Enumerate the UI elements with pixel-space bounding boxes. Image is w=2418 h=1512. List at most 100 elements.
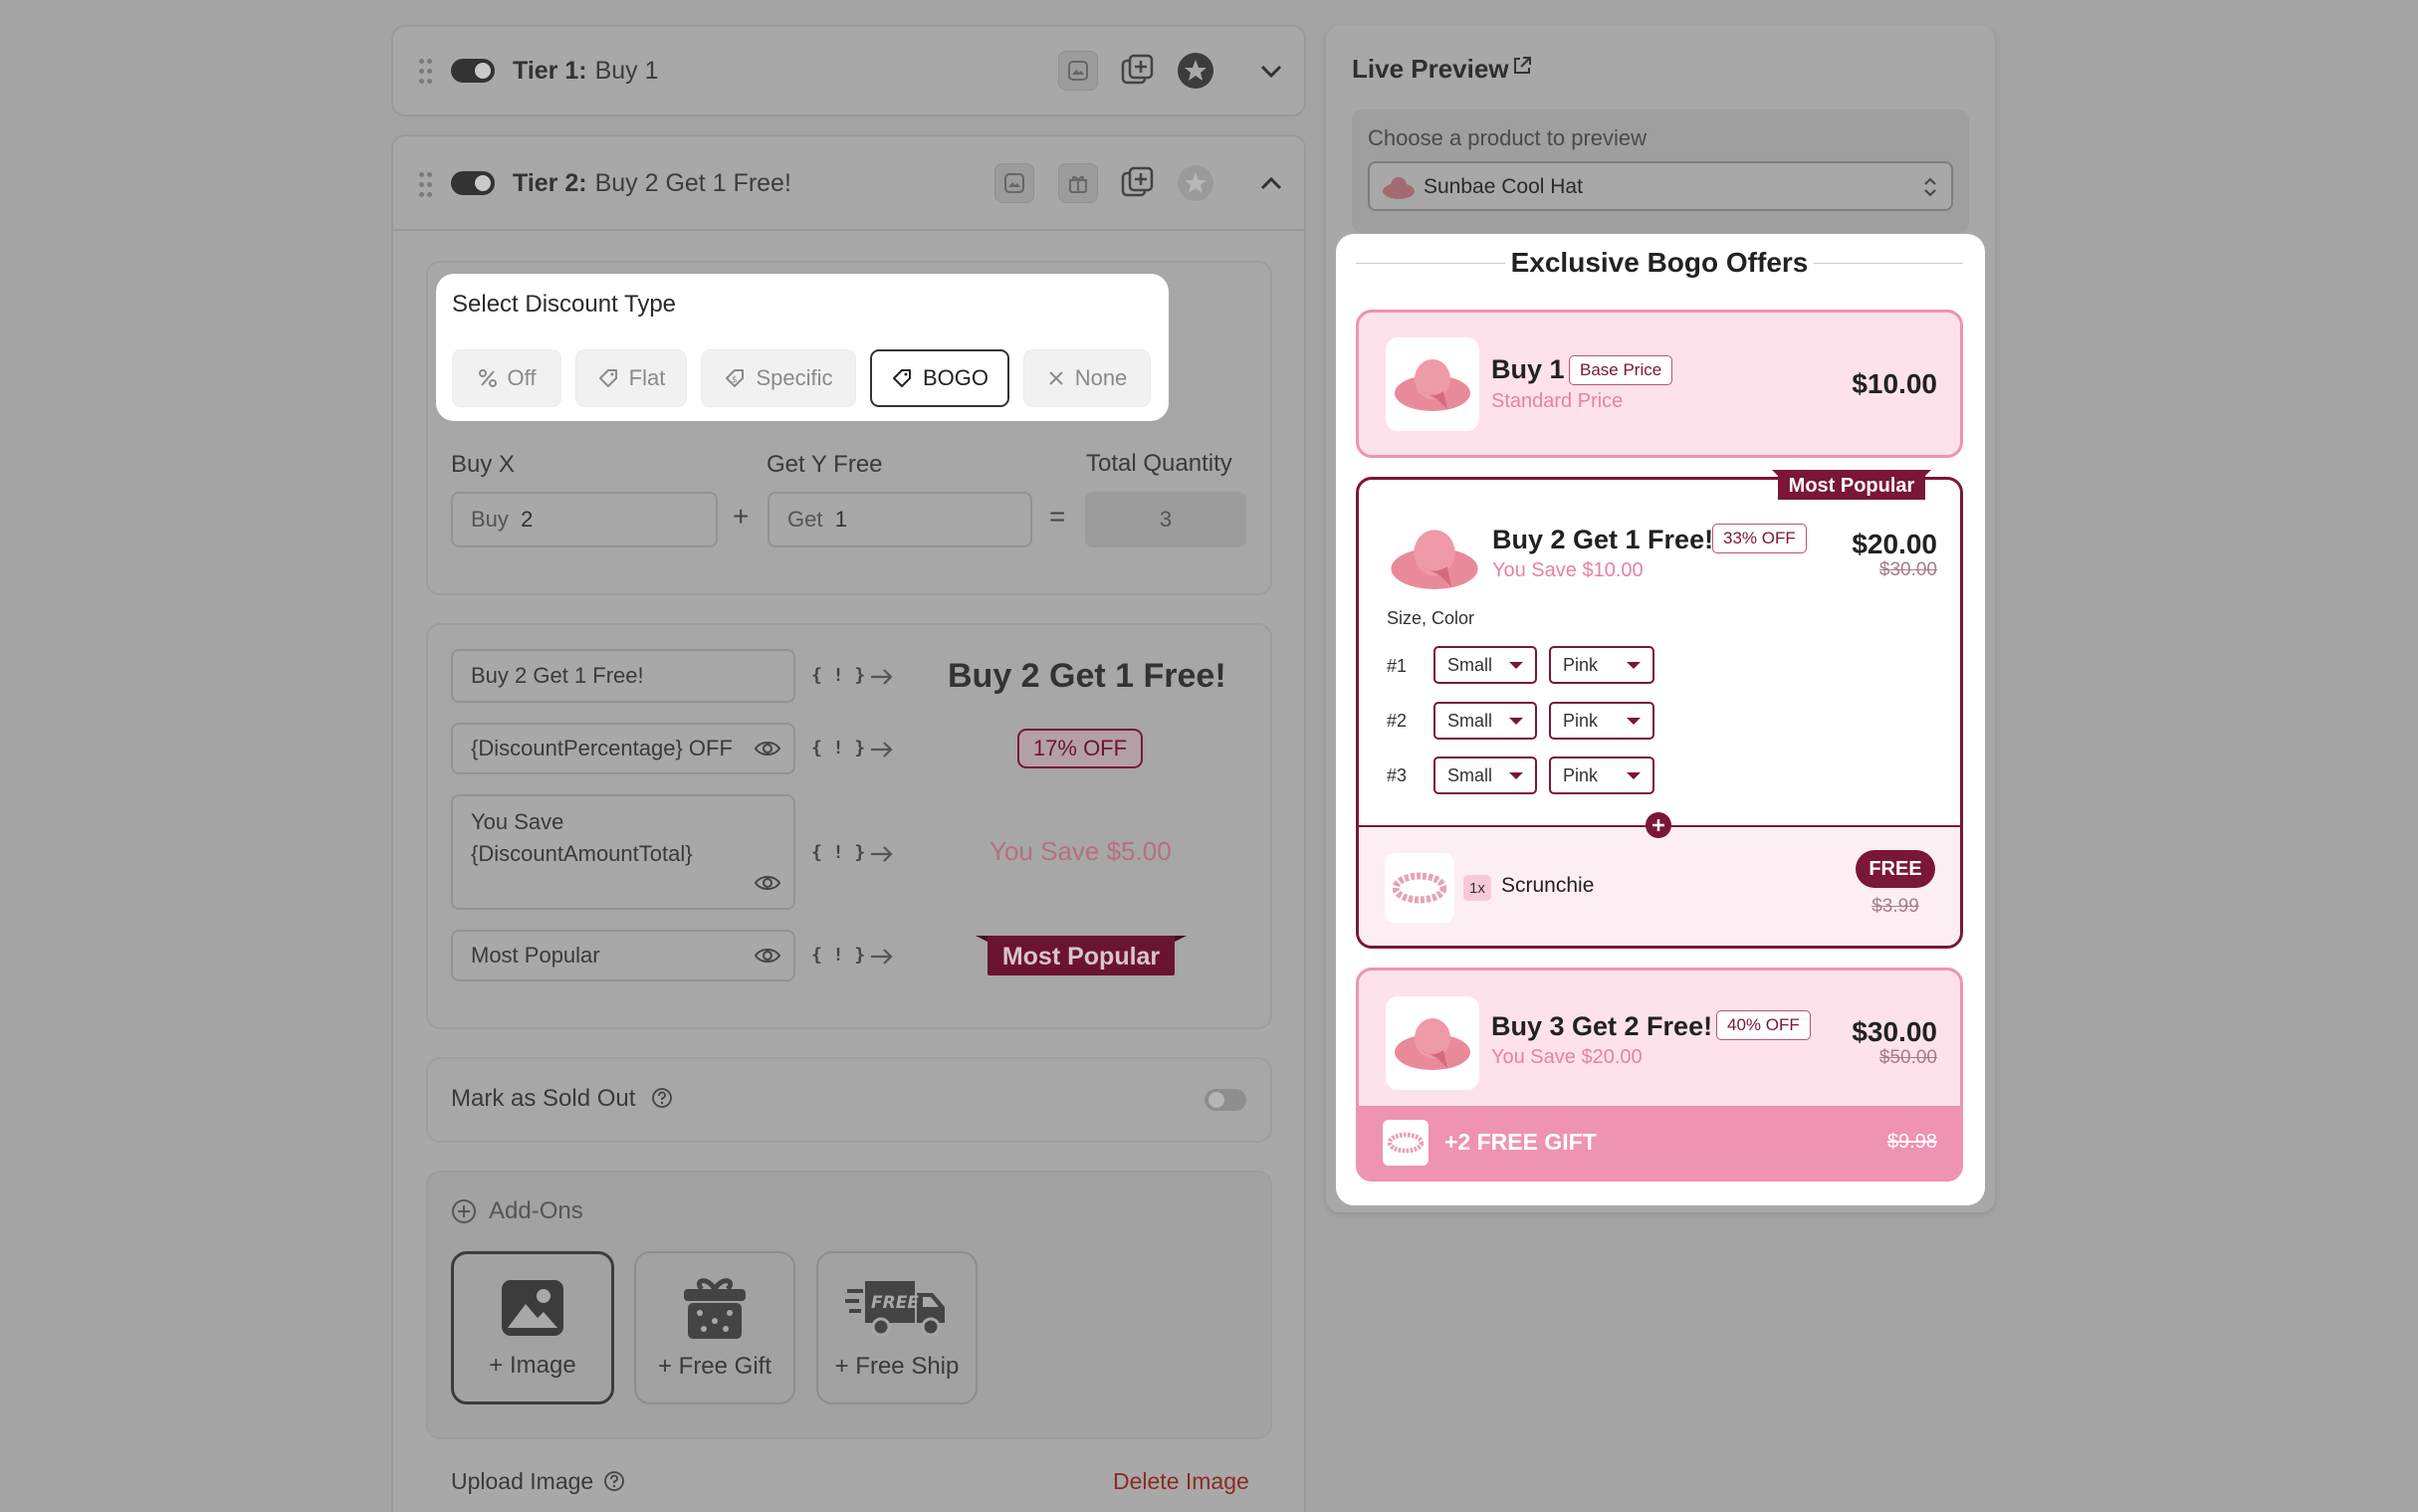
add-free-gift-button[interactable]: + Free Gift [634, 1251, 795, 1404]
upload-image-label: Upload Image [451, 1468, 594, 1494]
discount-option-specific[interactable]: $ Specific [701, 349, 856, 407]
savings-text-input[interactable]: You Save {DiscountAmountTotal} [451, 794, 795, 910]
star-icon[interactable] [1176, 51, 1215, 91]
title-preview: Buy 2 Get 1 Free! [948, 657, 1226, 695]
variable-insert-icon[interactable]: { ! } [811, 842, 865, 863]
plus-sign: + [733, 501, 750, 532]
gift-banner-compare-price: $9.98 [1886, 1131, 1937, 1153]
product-select[interactable]: Sunbae Cool Hat [1368, 161, 1953, 211]
image-icon[interactable] [994, 163, 1034, 203]
arrow-right-icon [871, 846, 893, 862]
offers-heading: Exclusive Bogo Offers [1510, 247, 1809, 278]
hat-product-image [1386, 996, 1479, 1090]
star-icon[interactable] [1176, 163, 1215, 203]
add-circle-icon [452, 1199, 476, 1223]
help-icon[interactable] [603, 1470, 625, 1492]
truck-icon: FREE [845, 1281, 945, 1337]
drag-handle-icon[interactable] [419, 59, 433, 85]
gift-icon[interactable] [1058, 163, 1098, 203]
tier-1-enable-toggle[interactable] [451, 59, 495, 83]
arrow-right-icon [871, 949, 893, 965]
scrunchie-image [1385, 853, 1454, 923]
variant-row-number: #2 [1387, 711, 1408, 731]
label-input[interactable]: Most Popular [451, 930, 795, 981]
offer-3-title: Buy 3 Get 2 Free! [1491, 1011, 1713, 1041]
color-select[interactable]: Pink [1549, 646, 1654, 684]
buy-x-label: Buy X [451, 451, 516, 478]
variant-label: Size, Color [1387, 608, 1475, 628]
sold-out-toggle[interactable] [1205, 1089, 1246, 1111]
discount-option-none[interactable]: None [1023, 349, 1151, 407]
total-quantity-field: 3 [1085, 492, 1246, 547]
badge-input[interactable]: {DiscountPercentage} OFF [451, 723, 795, 774]
variant-row-number: #1 [1387, 656, 1408, 676]
title-input[interactable]: Buy 2 Get 1 Free! [451, 649, 795, 703]
arrow-right-icon [871, 669, 893, 685]
offer-2-title: Buy 2 Get 1 Free! [1492, 525, 1714, 554]
size-select[interactable]: Small [1433, 756, 1537, 794]
savings-preview: You Save $5.00 [989, 836, 1172, 866]
discount-option-bogo[interactable]: BOGO [870, 349, 1009, 407]
hat-product-image [1386, 337, 1479, 431]
help-icon[interactable] [651, 1087, 673, 1109]
chevron-up-icon[interactable] [1257, 169, 1285, 197]
variable-insert-icon[interactable]: { ! } [811, 945, 865, 966]
add-free-ship-button[interactable]: FREE + Free Ship [816, 1251, 978, 1404]
add-circle-icon[interactable] [1645, 811, 1672, 839]
product-picker-label: Choose a product to preview [1368, 125, 1648, 150]
offer-1-title: Buy 1 [1491, 354, 1565, 384]
percent-icon [478, 369, 497, 387]
delete-image-link[interactable]: Delete Image [1113, 1468, 1249, 1495]
offer-2-subtitle: You Save $10.00 [1492, 559, 1644, 581]
offer-1-price: $10.00 [1852, 368, 1937, 399]
size-select[interactable]: Small [1433, 646, 1537, 684]
duplicate-icon[interactable] [1118, 163, 1158, 203]
chevron-down-icon[interactable] [1257, 57, 1285, 85]
add-image-button[interactable]: + Image [451, 1251, 614, 1404]
buy-quantity-input[interactable]: Buy 2 [451, 492, 718, 547]
image-icon[interactable] [1058, 51, 1098, 91]
live-preview-title: Live Preview [1352, 54, 1509, 84]
eye-icon[interactable] [754, 739, 781, 758]
image-icon [502, 1280, 563, 1336]
tier-1-header[interactable]: Tier 1: Buy 1 [393, 27, 1304, 118]
drag-handle-icon[interactable] [419, 172, 433, 198]
discount-option-flat[interactable]: Flat [575, 349, 687, 407]
svg-text:FREE: FREE [871, 1293, 919, 1313]
gift-name: Scrunchie [1501, 874, 1595, 897]
offer-1-subtitle: Standard Price [1491, 390, 1624, 412]
select-arrows-icon [1924, 177, 1936, 197]
variable-insert-icon[interactable]: { ! } [811, 665, 865, 686]
variable-insert-icon[interactable]: { ! } [811, 738, 865, 758]
color-select[interactable]: Pink [1549, 702, 1654, 740]
tag-icon [598, 369, 617, 387]
eye-icon[interactable] [754, 873, 781, 893]
tier-2-enable-toggle[interactable] [451, 171, 495, 195]
offer-3-price: $30.00 [1852, 1016, 1937, 1047]
discount-option-off[interactable]: Off [452, 349, 561, 407]
hat-product-image [1388, 512, 1481, 605]
get-quantity-input[interactable]: Get 1 [768, 492, 1032, 547]
gift-box-icon [684, 1278, 746, 1339]
tier-1-title: Tier 1: Buy 1 [513, 57, 659, 85]
duplicate-icon[interactable] [1118, 51, 1158, 91]
get-y-label: Get Y Free [767, 451, 883, 478]
tier-2-header[interactable]: Tier 2: Buy 2 Get 1 Free! [393, 136, 1304, 231]
offer-1-badge: Base Price [1569, 355, 1673, 385]
close-icon [1048, 371, 1063, 385]
arrow-right-icon [871, 742, 893, 757]
color-select[interactable]: Pink [1549, 756, 1654, 794]
label-preview: Most Popular [976, 934, 1187, 977]
offer-2-compare-price: $30.00 [1878, 559, 1937, 580]
free-badge: FREE [1856, 850, 1935, 888]
size-select[interactable]: Small [1433, 702, 1537, 740]
hat-thumbnail-icon [1383, 177, 1415, 199]
badge-preview: 17% OFF [1017, 729, 1143, 768]
offer-3-subtitle: You Save $20.00 [1491, 1046, 1643, 1068]
variant-row-number: #3 [1387, 765, 1408, 785]
scrunchie-image [1383, 1120, 1429, 1166]
tier-1-card[interactable]: Tier 1: Buy 1 [391, 25, 1306, 116]
external-link-icon[interactable] [1511, 55, 1533, 77]
tag-icon [892, 369, 911, 387]
eye-icon[interactable] [754, 946, 781, 966]
